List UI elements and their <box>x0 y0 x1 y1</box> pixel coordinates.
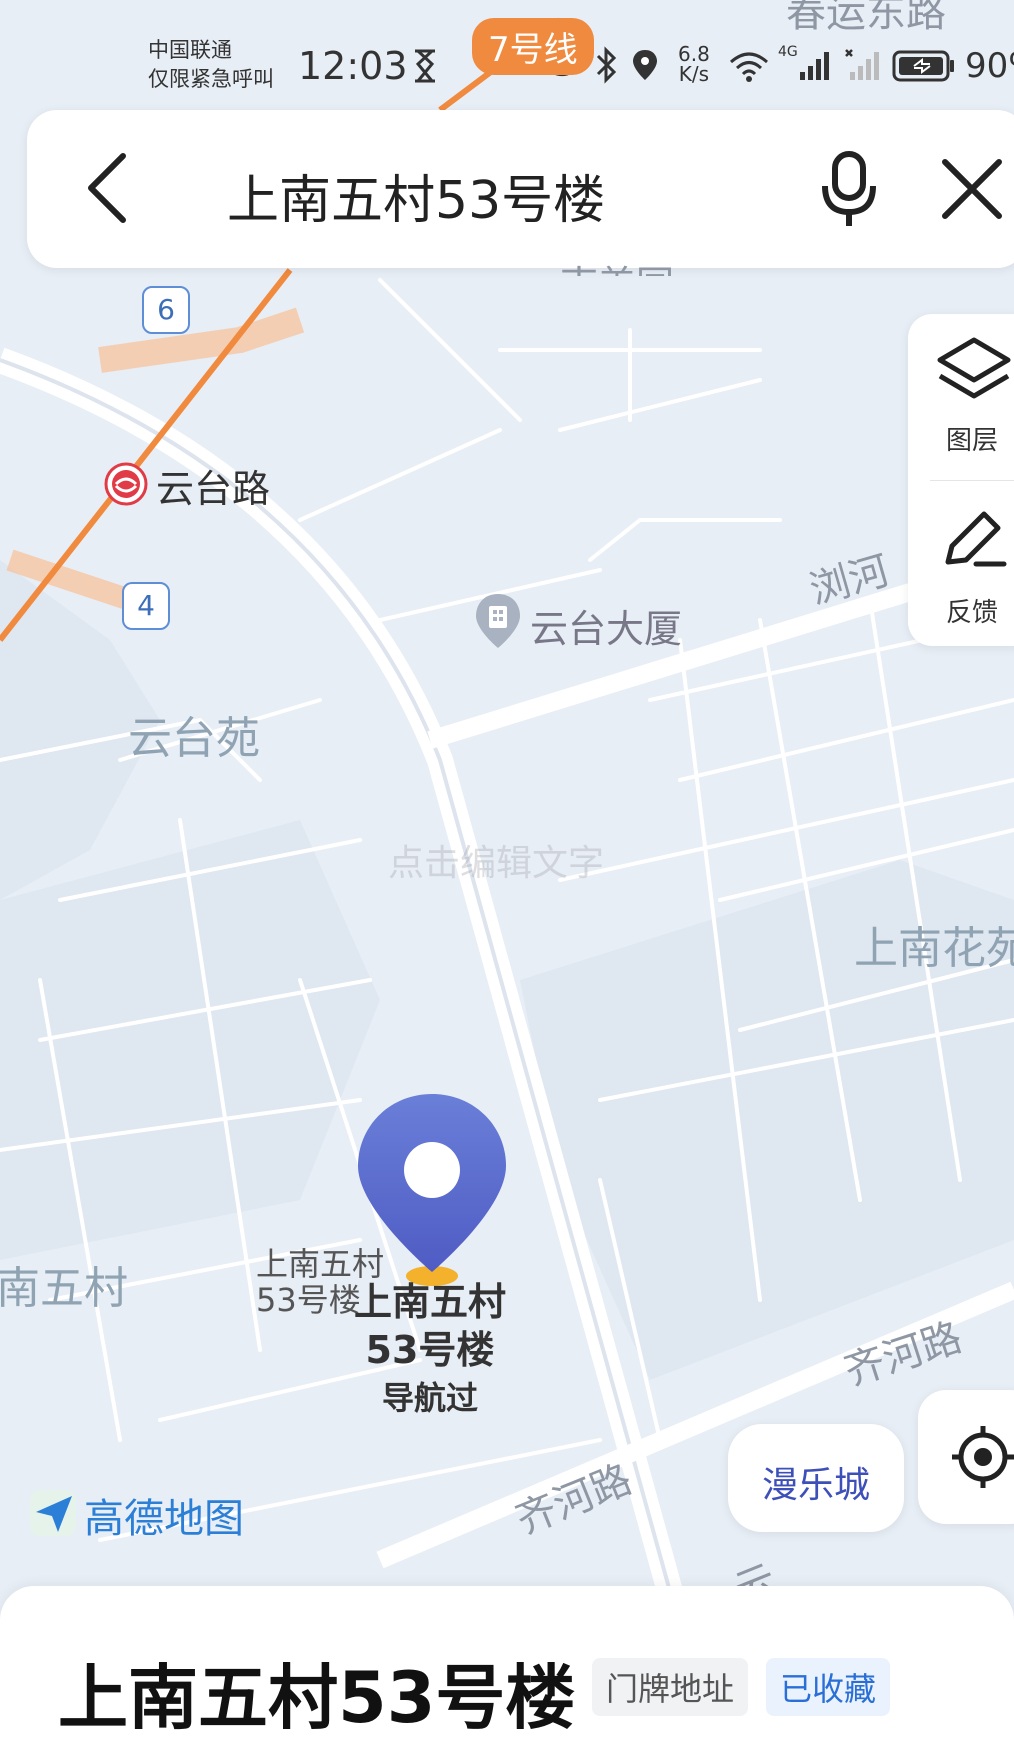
building-poi-icon[interactable] <box>474 592 522 650</box>
marker-title-line2: 53号楼 <box>365 1328 495 1372</box>
feedback-button[interactable]: 反馈 <box>908 486 1014 646</box>
feedback-label: 反馈 <box>946 598 999 628</box>
signal-empty-icon <box>845 49 879 80</box>
watermark-text: 点击编辑文字 <box>388 843 605 884</box>
signal-icon <box>800 52 829 80</box>
speed-value: 6.8 <box>678 42 710 66</box>
poi-yuntai-building[interactable]: 云台大厦 <box>530 598 682 653</box>
tool-divider <box>930 480 1014 481</box>
microphone-icon[interactable] <box>819 150 879 230</box>
battery-percent: 90% <box>965 46 1014 86</box>
edit-pen-icon <box>945 511 1007 567</box>
address-type-tag: 门牌地址 <box>592 1658 749 1716</box>
gaode-logo-icon <box>30 1490 76 1536</box>
metro-exit-4[interactable]: 4 <box>122 582 170 630</box>
back-icon[interactable] <box>83 152 133 224</box>
gaode-brand: 高德地图 <box>84 1496 244 1542</box>
layers-button[interactable]: 图层 <box>908 314 1014 474</box>
search-input[interactable]: 上南五村53号楼 <box>227 158 605 233</box>
network-type: 4G <box>778 44 798 60</box>
location-icon <box>633 50 657 80</box>
carrier-name: 中国联通 <box>148 38 232 62</box>
status-time: 12:03 <box>298 44 408 88</box>
map-tool-panel: 图层 反馈 <box>908 314 1014 646</box>
crosshair-icon <box>952 1426 1014 1488</box>
manle-city-button[interactable]: 漫乐城 <box>728 1424 904 1532</box>
carrier-emergency: 仅限紧急呼叫 <box>148 67 274 91</box>
layers-label: 图层 <box>946 426 999 456</box>
manle-city-label: 漫乐城 <box>761 1465 870 1506</box>
metro-station-icon[interactable] <box>104 462 148 506</box>
metro-exit-6[interactable]: 6 <box>142 286 190 334</box>
area-shangnan-wucun: 上南五村 <box>0 1263 128 1314</box>
speed-unit: K/s <box>678 62 710 86</box>
metro-station-label[interactable]: 云台路 <box>156 458 270 513</box>
place-title: 上南五村53号楼 <box>58 1657 576 1739</box>
close-icon[interactable] <box>941 158 1003 220</box>
hourglass-icon <box>415 49 435 83</box>
marker-title: 上南五村 53号楼 导航过 <box>330 1278 530 1422</box>
search-bar[interactable]: 上南五村53号楼 <box>27 110 1014 268</box>
marker-subtitle: 导航过 <box>381 1379 478 1417</box>
metro-line-badge[interactable]: 7号线 <box>472 18 594 75</box>
favorited-tag[interactable]: 已收藏 <box>766 1658 891 1716</box>
battery-icon <box>892 50 954 82</box>
marker-title-line1: 上南五村 <box>353 1280 506 1324</box>
bluetooth-icon <box>596 46 617 84</box>
road-label-top-right: 春运东路 <box>786 0 946 36</box>
status-speed: 6.8 K/s <box>678 44 710 84</box>
wifi-icon <box>730 52 768 82</box>
locate-button[interactable] <box>918 1390 1014 1524</box>
area-yuntaiyuan: 云台苑 <box>128 713 260 764</box>
marker-small-line1: 上南五村 <box>256 1245 385 1283</box>
area-shangnan-garden: 上南花苑 <box>854 923 1014 974</box>
layers-icon <box>937 337 1011 399</box>
place-detail-sheet[interactable]: 上南五村53号楼 门牌地址 已收藏 <box>0 1586 1014 1746</box>
status-carrier: 中国联通 仅限紧急呼叫 <box>148 36 274 94</box>
